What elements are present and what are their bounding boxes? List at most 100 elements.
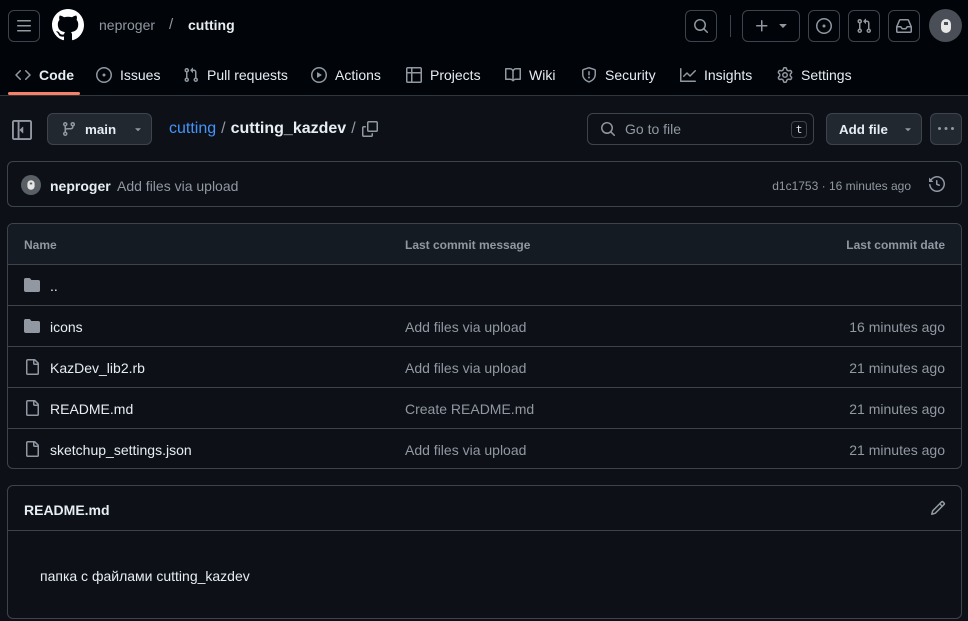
inbox-button[interactable] bbox=[888, 10, 920, 42]
add-file-label: Add file bbox=[839, 121, 888, 137]
file-name[interactable]: icons bbox=[50, 319, 83, 335]
file-commit-date: 21 minutes ago bbox=[849, 442, 945, 458]
caret-down-icon bbox=[779, 24, 787, 28]
more-options-button[interactable] bbox=[930, 113, 962, 145]
file-icon bbox=[26, 359, 39, 375]
path-repo-link[interactable]: cutting bbox=[169, 120, 216, 138]
table-row[interactable]: sketchup_settings.json Add files via upl… bbox=[8, 429, 961, 468]
sidebar-expand-icon bbox=[12, 120, 32, 140]
table-row-parent-dir[interactable]: .. bbox=[8, 265, 961, 306]
global-header: neproger / cutting Code Issues Pull requ… bbox=[0, 0, 968, 96]
identicon-icon bbox=[940, 18, 951, 33]
copy-path-button[interactable] bbox=[362, 121, 378, 137]
identicon-icon bbox=[27, 180, 35, 190]
table-row[interactable]: KazDev_lib2.rb Add files via upload 21 m… bbox=[8, 347, 961, 388]
file-commit-message[interactable]: Create README.md bbox=[405, 401, 534, 417]
create-new-button[interactable] bbox=[742, 10, 800, 42]
git-branch-icon bbox=[62, 122, 75, 137]
tab-security[interactable]: Security bbox=[581, 54, 656, 96]
repo-link[interactable]: cutting bbox=[188, 17, 235, 33]
tab-code-label: Code bbox=[39, 67, 74, 83]
path-current-dir: cutting_kazdev bbox=[230, 120, 347, 137]
table-row[interactable]: icons Add files via upload 16 minutes ag… bbox=[8, 306, 961, 347]
tab-settings-label: Settings bbox=[801, 67, 852, 83]
commit-message[interactable]: Add files via upload bbox=[117, 178, 238, 194]
file-commit-date: 21 minutes ago bbox=[849, 401, 945, 417]
shield-icon bbox=[582, 67, 596, 83]
file-path-breadcrumb: cutting / cutting_kazdev / bbox=[169, 120, 356, 138]
file-commit-date: 16 minutes ago bbox=[849, 319, 945, 335]
tab-projects[interactable]: Projects bbox=[406, 54, 481, 96]
file-name[interactable]: sketchup_settings.json bbox=[50, 442, 192, 458]
latest-commit-bar: neproger Add files via upload d1c1753 · … bbox=[7, 161, 962, 207]
file-list-table: Name Last commit message Last commit dat… bbox=[7, 223, 962, 469]
readme-header: README.md bbox=[8, 486, 961, 531]
table-header: Name Last commit message Last commit dat… bbox=[8, 224, 961, 265]
tab-issues[interactable]: Issues bbox=[96, 54, 160, 96]
breadcrumb-separator: / bbox=[169, 16, 174, 33]
table-icon bbox=[406, 67, 422, 83]
tab-projects-label: Projects bbox=[430, 67, 481, 83]
commit-sha-time[interactable]: d1c1753 · 16 minutes ago bbox=[772, 179, 911, 193]
commit-history-button[interactable] bbox=[929, 176, 945, 192]
table-row[interactable]: README.md Create README.md 21 minutes ag… bbox=[8, 388, 961, 429]
readme-title[interactable]: README.md bbox=[24, 502, 110, 518]
edit-readme-button[interactable] bbox=[930, 500, 946, 516]
folder-icon bbox=[24, 319, 40, 333]
search-icon bbox=[601, 122, 616, 137]
branch-name: main bbox=[85, 121, 117, 137]
file-commit-message[interactable]: Add files via upload bbox=[405, 360, 526, 376]
commit-author-avatar[interactable] bbox=[21, 175, 41, 195]
tab-security-label: Security bbox=[605, 67, 656, 83]
path-trailing-separator: / bbox=[351, 120, 356, 137]
path-separator: / bbox=[221, 120, 226, 137]
inbox-icon bbox=[896, 19, 912, 33]
file-name[interactable]: README.md bbox=[50, 401, 133, 417]
commit-author[interactable]: neproger bbox=[50, 178, 111, 194]
file-name[interactable]: .. bbox=[50, 278, 58, 294]
pull-request-icon bbox=[857, 18, 872, 34]
add-file-button[interactable]: Add file bbox=[826, 113, 922, 145]
header-divider bbox=[730, 15, 731, 37]
tab-wiki[interactable]: Wiki bbox=[505, 54, 555, 96]
repo-nav: Code Issues Pull requests Actions Projec… bbox=[0, 54, 968, 96]
tab-actions[interactable]: Actions bbox=[311, 54, 381, 96]
caret-down-icon bbox=[905, 128, 911, 132]
menu-button[interactable] bbox=[8, 10, 40, 42]
github-logo-icon[interactable] bbox=[52, 9, 84, 41]
expand-file-tree-button[interactable] bbox=[12, 120, 32, 140]
your-issues-button[interactable] bbox=[808, 10, 840, 42]
tab-issues-label: Issues bbox=[120, 67, 161, 83]
graph-icon bbox=[680, 68, 696, 82]
branch-selector[interactable]: main bbox=[47, 113, 152, 145]
caret-down-icon bbox=[135, 128, 141, 132]
owner-link[interactable]: neproger bbox=[99, 17, 155, 33]
go-to-file-input[interactable]: Go to file t bbox=[587, 113, 814, 145]
tab-settings[interactable]: Settings bbox=[777, 54, 852, 96]
tab-pull-requests[interactable]: Pull requests bbox=[183, 54, 288, 96]
plus-icon bbox=[756, 20, 768, 32]
copy-icon bbox=[362, 121, 378, 137]
active-tab-indicator bbox=[8, 92, 80, 95]
tab-wiki-label: Wiki bbox=[529, 67, 556, 83]
search-button[interactable] bbox=[685, 10, 717, 42]
file-commit-message[interactable]: Add files via upload bbox=[405, 442, 526, 458]
issue-icon bbox=[816, 18, 832, 34]
play-icon bbox=[311, 67, 327, 83]
file-name[interactable]: KazDev_lib2.rb bbox=[50, 360, 145, 376]
readme-content: папка с файлами cutting_kazdev bbox=[40, 568, 250, 584]
file-icon bbox=[26, 441, 39, 457]
column-header-name: Name bbox=[24, 238, 57, 252]
search-icon bbox=[694, 19, 709, 34]
tab-code[interactable]: Code bbox=[15, 54, 74, 96]
tab-insights[interactable]: Insights bbox=[680, 54, 752, 96]
hamburger-icon bbox=[17, 20, 31, 32]
code-icon bbox=[15, 69, 31, 81]
file-commit-message[interactable]: Add files via upload bbox=[405, 319, 526, 335]
tab-insights-label: Insights bbox=[704, 67, 753, 83]
file-commit-date: 21 minutes ago bbox=[849, 360, 945, 376]
folder-icon bbox=[24, 278, 40, 292]
your-pull-requests-button[interactable] bbox=[848, 10, 880, 42]
keyboard-shortcut-hint: t bbox=[791, 121, 807, 138]
user-avatar[interactable] bbox=[929, 9, 962, 42]
